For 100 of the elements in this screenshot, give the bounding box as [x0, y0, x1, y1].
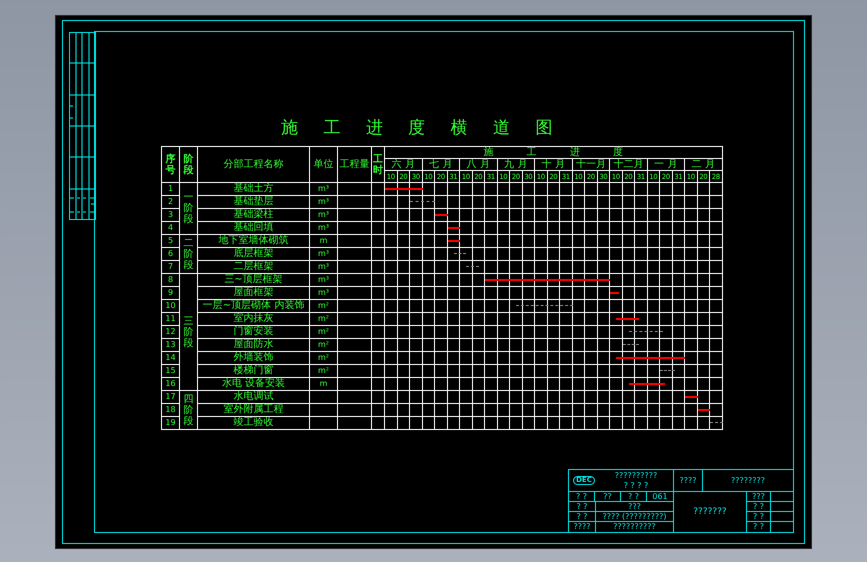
title-block-text: ???? (?????????): [602, 512, 666, 520]
school-name: ? ? ? ?: [624, 482, 648, 490]
row-number: 4: [168, 223, 174, 232]
column-header: 工时: [373, 154, 383, 176]
row-number: 9: [168, 288, 174, 297]
month-header: 二 月: [692, 158, 715, 170]
month-header: 九 月: [504, 158, 528, 170]
task-name: 一层~顶层砌体 内装饰: [202, 300, 304, 311]
task-name: 屋面防水: [234, 339, 274, 350]
title-block-text: ??: [603, 492, 612, 500]
row-number: 11: [165, 314, 176, 323]
title-block-text: ??????????: [613, 523, 656, 531]
column-header: 单位: [314, 158, 334, 170]
drawing-name: ???????: [693, 508, 727, 516]
row-number: 6: [168, 249, 174, 258]
task-name: 屋面框架: [234, 287, 274, 298]
dashed-gantt-line: [628, 331, 662, 332]
row-number: 3: [168, 210, 174, 219]
dashed-gantt-line: [466, 266, 479, 267]
block-label: ????: [680, 476, 696, 484]
month-header: 七 月: [429, 158, 452, 170]
title-block-text: ? ?: [752, 523, 764, 531]
title-block-text: ? ?: [752, 512, 764, 520]
unit-cell: m: [320, 379, 328, 388]
task-name: 基础垫层: [234, 196, 274, 207]
unit-cell: m³: [318, 210, 329, 219]
task-name: 底层框架: [234, 248, 274, 259]
unit-cell: m³: [318, 197, 329, 206]
unit-cell: m²: [318, 353, 329, 362]
unit-cell: m²: [318, 366, 329, 375]
title-block-text: ? ?: [576, 512, 588, 520]
unit-cell: m³: [318, 249, 329, 258]
month-header: 十 月: [542, 158, 565, 170]
task-name: 基础土方: [234, 183, 274, 194]
title-block-text: ????: [574, 523, 590, 531]
column-header: 分部工程名称: [224, 158, 284, 170]
row-number: 16: [165, 379, 176, 388]
phase-label: 二阶段: [184, 238, 194, 270]
drawing-title: 施 工 进 度 横 道 图: [281, 117, 552, 140]
title-block-text: ???: [628, 502, 641, 510]
row-number: 1: [168, 184, 174, 193]
title-block-text: ? ?: [628, 492, 640, 500]
column-header: 阶段: [184, 154, 194, 176]
row-number: 2: [168, 197, 174, 206]
task-name: 水电调试: [234, 391, 274, 402]
task-name: 室外附属工程: [224, 404, 284, 415]
dashed-gantt-line: [710, 422, 722, 423]
title-block-text: 061: [652, 492, 668, 500]
title-block-text: ? ?: [576, 492, 588, 500]
task-name: 基础梁柱: [234, 209, 274, 220]
month-header: 十二月: [613, 158, 644, 170]
row-number: 5: [168, 236, 174, 245]
row-number: 10: [165, 301, 176, 310]
task-name: 地下室墙体砌筑: [218, 235, 288, 246]
dashed-gantt-line: [410, 201, 435, 202]
row-number: 13: [165, 340, 176, 349]
column-header: 工程量: [340, 158, 370, 170]
school-name: ??????????: [614, 472, 658, 480]
project-name: ????????: [731, 476, 765, 484]
unit-cell: m: [320, 236, 328, 245]
dashed-gantt-line: [454, 253, 466, 254]
row-number: 7: [168, 262, 174, 271]
unit-cell: m²: [318, 314, 329, 323]
task-name: 基础回填: [234, 222, 274, 233]
task-name: 水电 设备安装: [222, 378, 286, 389]
dashed-gantt-line: [622, 344, 639, 345]
unit-cell: m³: [318, 262, 329, 271]
task-name: 外墙装饰: [234, 352, 274, 363]
task-name: 二层框架: [234, 261, 274, 272]
phase-label: 一阶段: [184, 192, 194, 225]
title-block-text: ? ?: [752, 502, 764, 510]
unit-cell: m³: [318, 275, 329, 284]
month-header: 十一月: [576, 158, 606, 170]
row-number: 14: [165, 353, 176, 362]
row-number: 12: [165, 327, 176, 336]
dashed-gantt-line: [516, 305, 572, 306]
task-name: 门窗安装: [234, 326, 274, 337]
month-header: 六 月: [392, 158, 415, 170]
title-block-text: ? ?: [576, 502, 588, 510]
task-name: 室内抹灰: [234, 313, 274, 324]
row-number: 8: [168, 275, 174, 284]
row-number: 15: [165, 366, 176, 375]
row-number: 19: [165, 418, 176, 427]
task-name: 楼梯门窗: [234, 365, 274, 376]
month-header: 一 月: [654, 158, 678, 170]
task-name: 竣工验收: [234, 417, 274, 428]
phase-label: 四阶段: [184, 394, 194, 426]
dashed-gantt-line: [660, 370, 675, 371]
unit-cell: m²: [318, 340, 329, 349]
unit-cell: m²: [318, 327, 329, 336]
month-header: 八 月: [466, 158, 490, 170]
title-block-text: ???: [752, 492, 765, 500]
row-number: 18: [165, 405, 176, 414]
row-number: 17: [165, 392, 176, 401]
column-header: 序号: [166, 154, 176, 176]
unit-cell: m³: [318, 223, 329, 232]
column-header: 施 工 进 度: [483, 146, 624, 158]
phase-label: 三阶段: [184, 316, 194, 348]
unit-cell: m³: [318, 184, 329, 193]
unit-cell: m³: [318, 288, 329, 297]
